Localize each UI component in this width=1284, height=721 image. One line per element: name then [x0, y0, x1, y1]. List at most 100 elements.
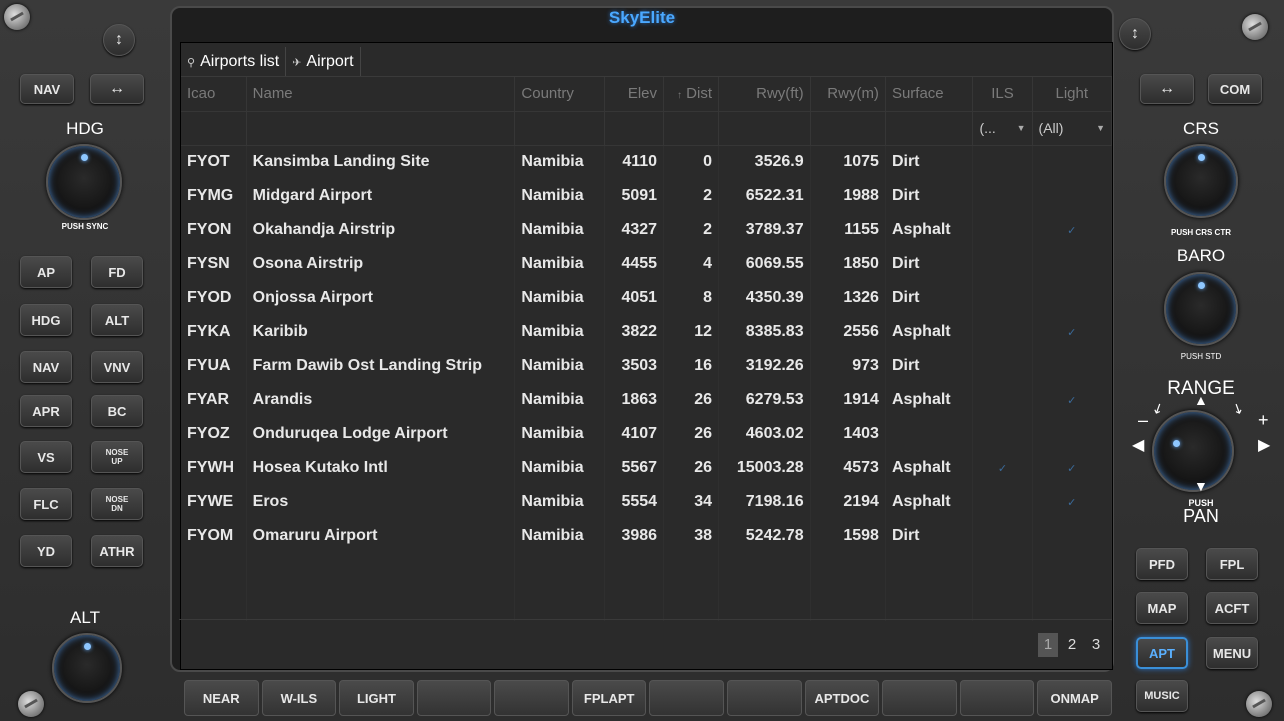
- column-header-elev[interactable]: Elev: [604, 77, 665, 112]
- fd-button[interactable]: FD: [91, 256, 143, 288]
- w-ils-softkey[interactable]: W-ILS: [261, 680, 337, 716]
- acft-button[interactable]: ACFT: [1206, 592, 1258, 624]
- column-header-light[interactable]: Light: [1032, 77, 1113, 112]
- blank-softkey-4[interactable]: [416, 680, 492, 716]
- nav-button[interactable]: NAV: [20, 74, 74, 104]
- rwy-ft-cell: 3192.26: [718, 349, 811, 383]
- baro-knob[interactable]: [1164, 272, 1238, 346]
- blank-softkey-7[interactable]: [649, 680, 725, 716]
- ap-button[interactable]: AP: [20, 256, 72, 288]
- nose-up-button[interactable]: NOSE UP: [91, 441, 143, 473]
- checkmark-icon: ✓: [1067, 395, 1077, 407]
- table-row[interactable]: FYOD Onjossa Airport Namibia 4051 8 4350.39 13…: [181, 281, 1113, 315]
- fpl-button[interactable]: FPL: [1206, 548, 1258, 580]
- horizontal-arrows-button[interactable]: ↔: [1140, 74, 1194, 104]
- tab-airport[interactable]: ✈ Airport: [286, 47, 361, 76]
- column-header-ils[interactable]: ILS: [972, 77, 1033, 112]
- table-row[interactable]: FYAR Arandis Namibia 1863 26 6279.53 1914 Aspha…: [181, 383, 1113, 417]
- rwy-m-cell: 1988: [810, 179, 886, 213]
- table-row[interactable]: FYOM Omaruru Airport Namibia 3986 38 5242.78 1…: [181, 519, 1113, 553]
- column-header-rwy-ft[interactable]: Rwy(ft): [718, 77, 811, 112]
- table-row[interactable]: FYOZ Onduruqea Lodge Airport Namibia 4107 26…: [181, 417, 1113, 451]
- flc-button[interactable]: FLC: [20, 488, 72, 520]
- surface-cell: Asphalt: [885, 213, 974, 247]
- surface-cell: Dirt: [885, 247, 974, 281]
- ils-filter-dropdown[interactable]: (... ▼: [972, 111, 1033, 146]
- nav-button[interactable]: NAV: [20, 351, 72, 383]
- light-cell: [1032, 349, 1113, 383]
- table-row[interactable]: FYOT Kansimba Landing Site Namibia 4110 0 352…: [181, 145, 1113, 179]
- page-button[interactable]: 2: [1062, 633, 1082, 657]
- table-row[interactable]: FYSN Osona Airstrip Namibia 4455 4 6069.55 185…: [181, 247, 1113, 281]
- vnv-button[interactable]: VNV: [91, 351, 143, 383]
- crs-knob[interactable]: [1164, 144, 1238, 218]
- table-row[interactable]: FYMG Midgard Airport Namibia 5091 2 6522.31 19…: [181, 179, 1113, 213]
- table-row[interactable]: FYUA Farm Dawib Ost Landing Strip Namibia 3…: [181, 349, 1113, 383]
- fplapt-softkey[interactable]: FPLAPT: [571, 680, 647, 716]
- bc-button[interactable]: BC: [91, 395, 143, 427]
- rwy-ft-cell: 4603.02: [718, 417, 811, 451]
- alt-button[interactable]: ALT: [91, 304, 143, 336]
- dist-cell: 38: [663, 519, 719, 553]
- hdg-button[interactable]: HDG: [20, 304, 72, 336]
- rwy-m-cell: 1326: [810, 281, 886, 315]
- light-filter-dropdown[interactable]: (All) ▼: [1032, 111, 1113, 146]
- column-header-surface[interactable]: Surface: [885, 77, 974, 112]
- tab-label: Airport: [306, 53, 354, 70]
- pfd-button[interactable]: PFD: [1136, 548, 1188, 580]
- ils-cell: [972, 213, 1033, 247]
- page-button[interactable]: 3: [1086, 633, 1106, 657]
- blank-softkey-10[interactable]: [882, 680, 957, 716]
- blank-softkey-5[interactable]: [494, 680, 569, 716]
- surface-cell: Dirt: [885, 281, 974, 315]
- alt-knob[interactable]: [52, 633, 122, 703]
- dist-cell: 12: [663, 315, 719, 349]
- near-softkey[interactable]: NEAR: [184, 680, 259, 716]
- table-row[interactable]: FYON Okahandja Airstrip Namibia 4327 2 3789.3…: [181, 213, 1113, 247]
- table-row[interactable]: FYKA Karibib Namibia 3822 12 8385.83 2556 Aspha…: [181, 315, 1113, 349]
- map-button[interactable]: MAP: [1136, 592, 1188, 624]
- column-header-icao[interactable]: Icao: [181, 77, 247, 112]
- vs-button[interactable]: VS: [20, 441, 72, 473]
- tab-airports-list[interactable]: ⚲ Airports list: [181, 47, 287, 76]
- athr-button[interactable]: ATHR: [91, 535, 143, 567]
- search-icon: ⚲: [187, 56, 196, 69]
- knob-indicator-icon: [1198, 154, 1205, 161]
- menu-button[interactable]: MENU: [1206, 637, 1258, 669]
- apr-button[interactable]: APR: [20, 395, 72, 427]
- country-cell: Namibia: [514, 383, 605, 417]
- table-row[interactable]: FYWH Hosea Kutako Intl Namibia 5567 26 15003.…: [181, 451, 1113, 485]
- column-header-dist[interactable]: ↑ Dist: [663, 77, 719, 112]
- light-cell: ✓: [1032, 213, 1113, 247]
- apt-button[interactable]: APT: [1136, 637, 1188, 669]
- nose-dn-button[interactable]: NOSE DN: [91, 488, 143, 520]
- com-button[interactable]: COM: [1208, 74, 1262, 104]
- sort-ascending-icon: ↑: [676, 90, 682, 102]
- yd-button[interactable]: YD: [20, 535, 72, 567]
- vertical-arrows-button[interactable]: ↕: [103, 24, 135, 56]
- hdg-knob[interactable]: [46, 144, 122, 220]
- surface-cell: Asphalt: [885, 485, 974, 519]
- onmap-softkey[interactable]: ONMAP: [1037, 680, 1112, 716]
- column-header-country[interactable]: Country: [514, 77, 605, 112]
- light-cell: ✓: [1032, 485, 1113, 519]
- horizontal-arrows-button[interactable]: ↔: [90, 74, 144, 104]
- range-knob[interactable]: [1152, 410, 1234, 492]
- blank-softkey-8[interactable]: [727, 680, 802, 716]
- country-cell: Namibia: [514, 247, 605, 281]
- blank-softkey-11[interactable]: [959, 680, 1035, 716]
- airports-screen: ⚲ Airports list ✈ Airport Icao Name Coun…: [179, 42, 1113, 670]
- light-softkey[interactable]: LIGHT: [339, 680, 414, 716]
- music-button[interactable]: MUSIC: [1136, 680, 1188, 712]
- dist-cell: 2: [663, 213, 719, 247]
- column-header-rwy-m[interactable]: Rwy(m): [810, 77, 886, 112]
- page-button[interactable]: 1: [1038, 632, 1058, 657]
- vertical-arrows-button[interactable]: ↕: [1119, 18, 1151, 50]
- icao-cell: FYSN: [181, 247, 247, 281]
- column-header-name[interactable]: Name: [246, 77, 516, 112]
- aptdoc-softkey[interactable]: APTDOC: [804, 680, 880, 716]
- light-filter-value: (All): [1038, 120, 1064, 136]
- table-row[interactable]: FYWE Eros Namibia 5554 34 7198.16 2194 Asphalt ✓: [181, 485, 1113, 519]
- name-cell: Karibib: [246, 315, 516, 349]
- baro-label: BARO: [1176, 246, 1226, 265]
